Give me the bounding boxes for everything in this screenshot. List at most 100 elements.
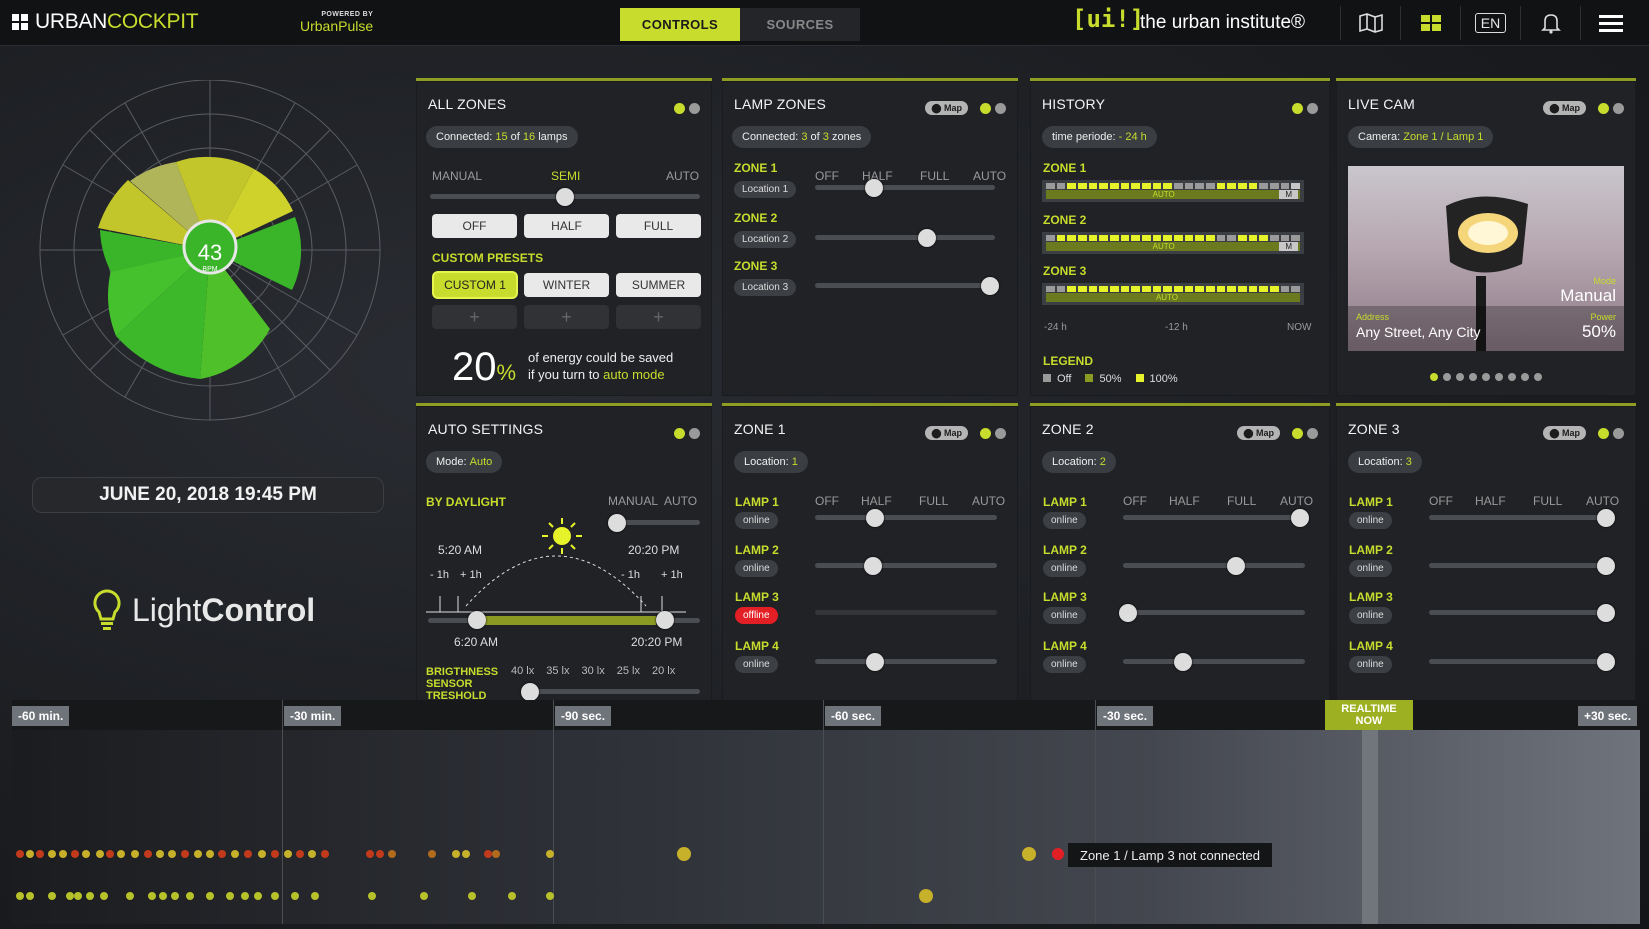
timeline-event-dot[interactable] (144, 850, 152, 858)
lamp-slider-track[interactable] (815, 563, 997, 568)
map-icon[interactable] (1340, 6, 1400, 40)
timeline-event-dot[interactable] (677, 847, 691, 861)
range-end-knob[interactable] (656, 611, 674, 629)
grid-icon[interactable] (1400, 6, 1460, 40)
timeline-event-dot[interactable] (244, 850, 252, 858)
pager-dot[interactable] (1508, 373, 1516, 381)
timeline-event-dot[interactable] (16, 892, 24, 900)
timeline-event-dot[interactable] (71, 850, 79, 858)
timeline-event-dot[interactable] (388, 850, 396, 858)
timeline-event-dot[interactable] (206, 892, 214, 900)
timeline-event-dot[interactable] (308, 850, 316, 858)
timeline-event-dot[interactable] (148, 892, 156, 900)
lamp-slider-knob[interactable] (1119, 604, 1138, 622)
timeline-event-dot[interactable] (106, 850, 114, 858)
off-button[interactable]: OFF (432, 214, 517, 238)
timeline-event-dot[interactable] (492, 850, 500, 858)
pager-dot[interactable] (1521, 373, 1529, 381)
timeline-event-dot[interactable] (258, 850, 266, 858)
lamp-slider-knob[interactable] (1596, 557, 1615, 575)
timeline-mark[interactable]: -30 min. (284, 706, 342, 726)
lamp-slider-knob[interactable] (1596, 653, 1615, 671)
map-button[interactable]: ⬤ Map (1237, 426, 1280, 440)
timeline-mark[interactable]: -60 min. (12, 706, 70, 726)
lamp-slider-track[interactable] (1123, 515, 1305, 520)
timeline-event-dot[interactable] (428, 850, 436, 858)
timeline-event-dot[interactable] (271, 850, 279, 858)
timeline-event-dot[interactable] (86, 892, 94, 900)
timeline-event-dot[interactable] (168, 850, 176, 858)
history-bar[interactable]: AUTO M (1042, 232, 1304, 254)
camera-feed[interactable]: Mode Manual Address Any Street, Any City… (1348, 166, 1624, 351)
add-preset-button[interactable]: + (616, 305, 701, 329)
mode-slider-knob[interactable] (556, 188, 574, 206)
history-bar[interactable]: AUTO M (1042, 180, 1304, 202)
timeline-event-dot[interactable] (508, 892, 516, 900)
lamp-slider-track[interactable] (1123, 563, 1305, 568)
tab-controls[interactable]: CONTROLS (620, 8, 740, 41)
lamp-slider-knob[interactable] (866, 653, 885, 671)
timeline-mark[interactable]: -90 sec. (555, 706, 612, 726)
timeline-event-dot[interactable] (74, 892, 82, 900)
timeline-event-dot[interactable] (218, 850, 226, 858)
map-button[interactable]: ⬤ Map (1543, 101, 1586, 115)
timeline-event-dot[interactable] (376, 850, 384, 858)
timeline-event-dot[interactable] (66, 892, 74, 900)
lamp-slider-track[interactable] (1123, 659, 1305, 664)
timeline-mark[interactable]: -60 sec. (825, 706, 882, 726)
auto-mode-link[interactable]: auto mode (603, 367, 664, 382)
brightness-slider-track[interactable] (526, 689, 700, 694)
zone-slider-knob[interactable] (980, 277, 999, 295)
pager-dot[interactable] (1456, 373, 1464, 381)
lamp-slider-track[interactable] (815, 515, 997, 520)
timeline-event-dot[interactable] (484, 850, 492, 858)
location-tag[interactable]: Location 2 (734, 231, 797, 248)
lamp-slider-knob[interactable] (1290, 509, 1309, 527)
zone-slider-track[interactable] (815, 235, 995, 240)
pager-dot[interactable] (1482, 373, 1490, 381)
timeline-event-dot[interactable] (1022, 847, 1036, 861)
timeline-event-dot[interactable] (296, 850, 304, 858)
timeline-event-dot[interactable] (468, 892, 476, 900)
range-start-knob[interactable] (468, 611, 486, 629)
timeline-event-dot[interactable] (126, 892, 134, 900)
timeline-event-dot[interactable] (462, 850, 470, 858)
timeline-event-dot[interactable] (100, 892, 108, 900)
menu-icon[interactable] (1580, 6, 1640, 40)
preset-summer-button[interactable]: SUMMER (616, 273, 701, 297)
timeline-event-dot[interactable] (1052, 848, 1064, 860)
timeline-event-dot[interactable] (159, 892, 167, 900)
timeline-event-dot[interactable] (271, 892, 279, 900)
timeline-event-dot[interactable] (82, 850, 90, 858)
timeline-event-dot[interactable] (26, 892, 34, 900)
add-preset-button[interactable]: + (432, 305, 517, 329)
timeline-mark[interactable]: -30 sec. (1097, 706, 1154, 726)
timeline-event-dot[interactable] (48, 850, 56, 858)
camera-pill[interactable]: Camera: Zone 1 / Lamp 1 (1348, 126, 1494, 148)
timeline-event-dot[interactable] (452, 850, 460, 858)
zone-slider-track[interactable] (815, 283, 995, 288)
add-preset-button[interactable]: + (524, 305, 609, 329)
pager-dot[interactable] (1469, 373, 1477, 381)
timeline-event-dot[interactable] (117, 850, 125, 858)
realtime-now-badge[interactable]: REALTIME NOW (1325, 700, 1413, 730)
language-icon[interactable]: EN (1460, 6, 1520, 40)
history-bar[interactable]: AUTO (1042, 283, 1304, 305)
map-button[interactable]: ⬤ Map (925, 101, 968, 115)
brand-logo[interactable]: URBANCOCKPIT (12, 10, 199, 34)
lamp-slider-knob[interactable] (1596, 604, 1615, 622)
half-button[interactable]: HALF (524, 214, 609, 238)
period-pill[interactable]: time periode: - 24 h (1042, 126, 1157, 148)
timeline-event-dot[interactable] (284, 850, 292, 858)
timeline-event-dot[interactable] (291, 892, 299, 900)
timeline-event-dot[interactable] (194, 850, 202, 858)
lamp-slider-knob[interactable] (1174, 653, 1193, 671)
timeline-event-dot[interactable] (156, 850, 164, 858)
timeline-event-dot[interactable] (546, 850, 554, 858)
brightness-slider-knob[interactable] (521, 683, 539, 701)
zone-slider-track[interactable] (815, 185, 995, 190)
timeline-event-dot[interactable] (131, 850, 139, 858)
timeline-event-dot[interactable] (171, 892, 179, 900)
bell-icon[interactable] (1520, 6, 1580, 40)
timeline-event-dot[interactable] (226, 892, 234, 900)
